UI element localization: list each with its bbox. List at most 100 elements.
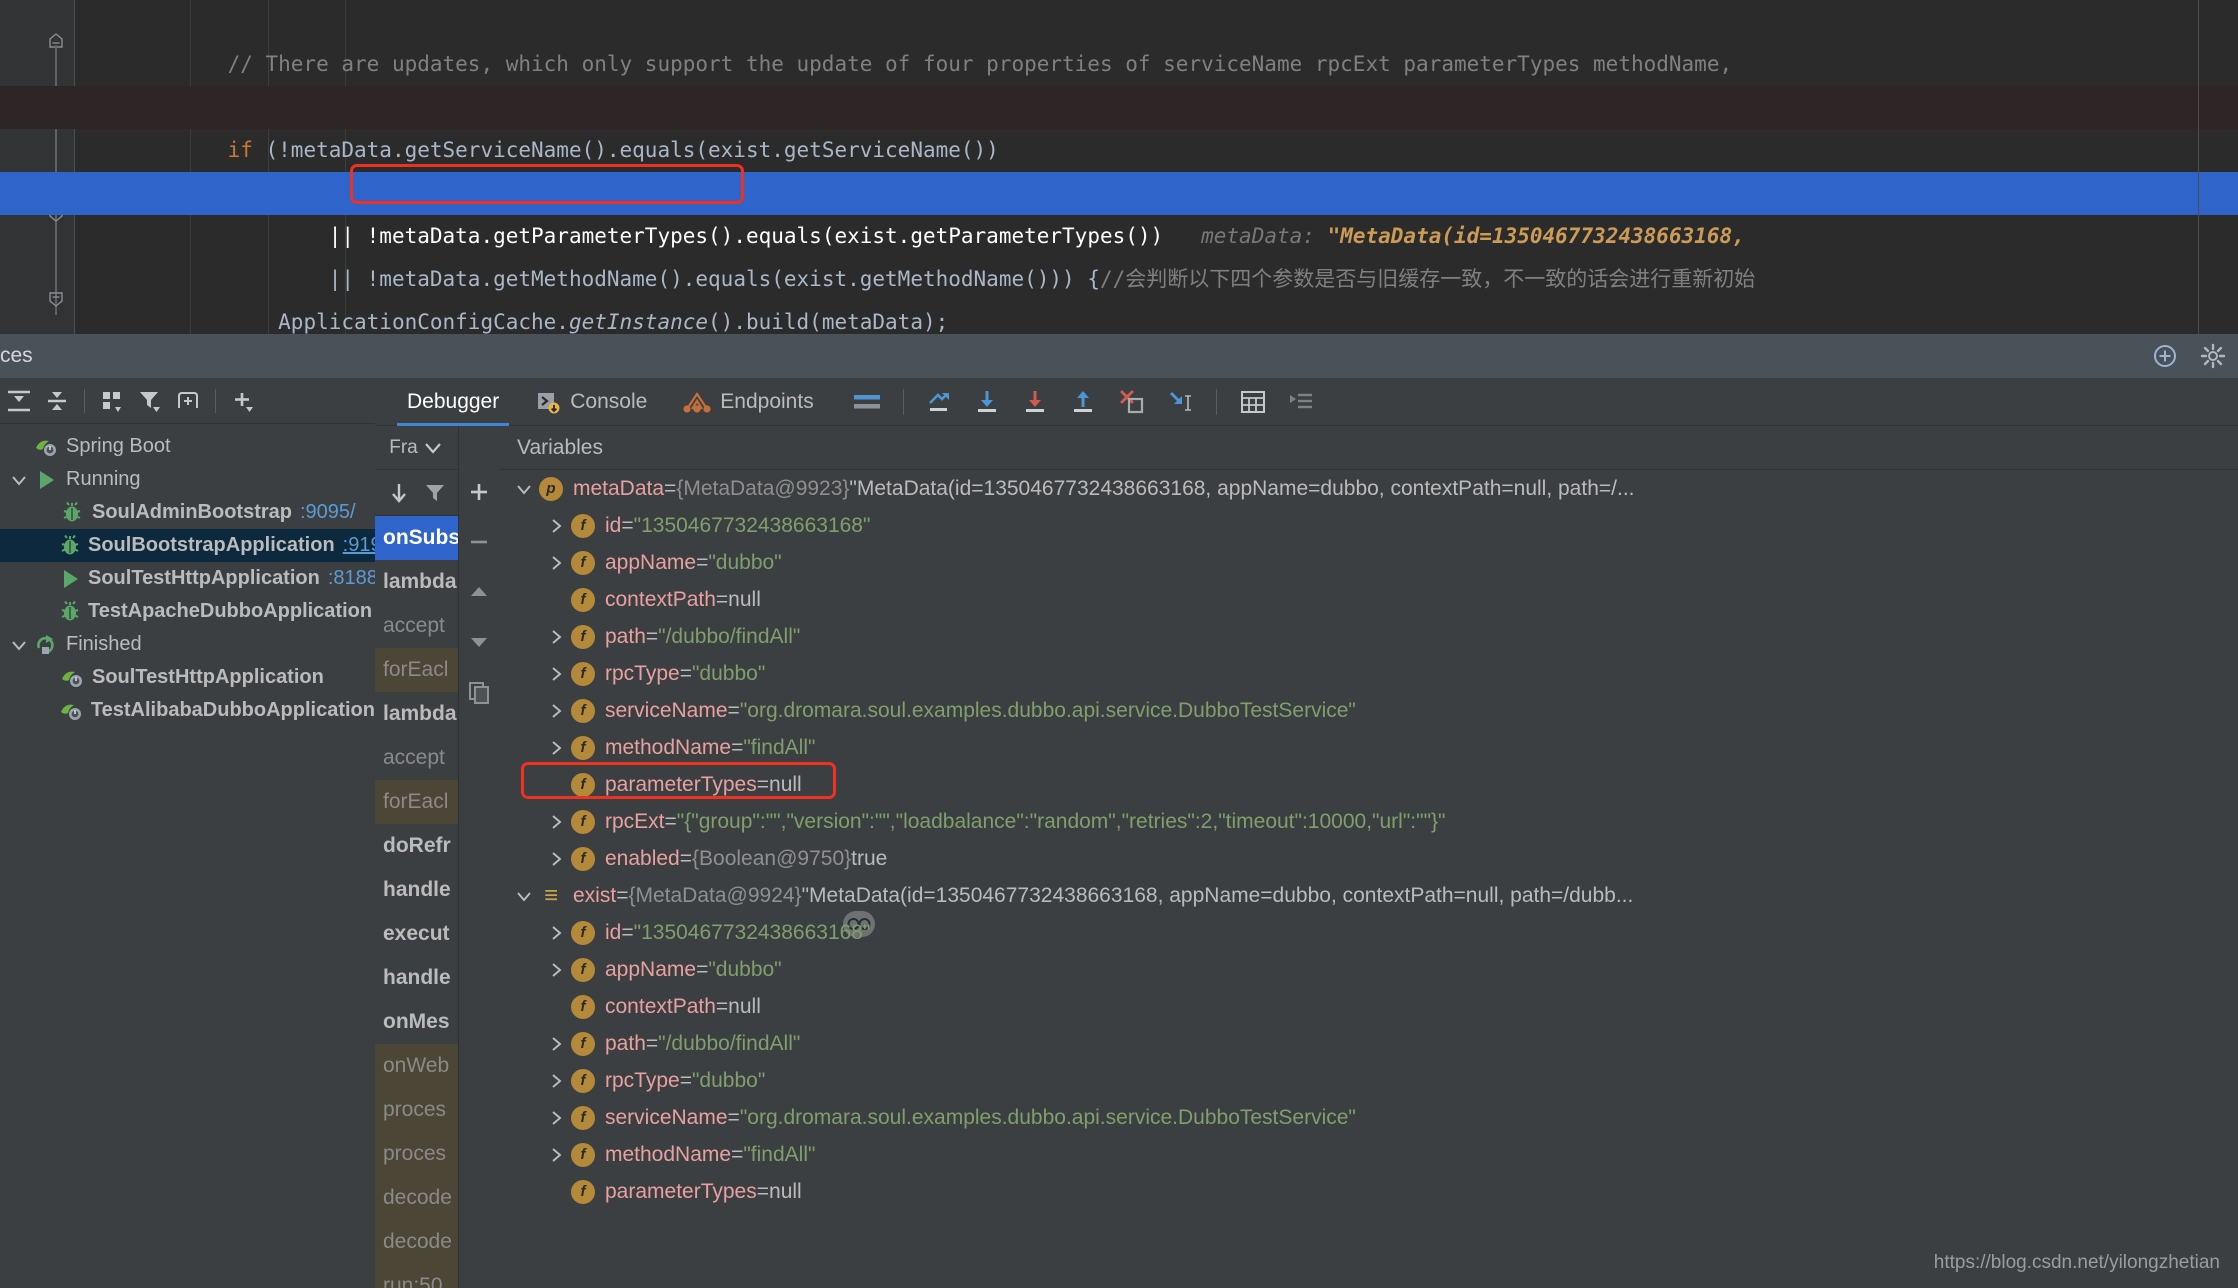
force-step-into-icon[interactable] xyxy=(1115,385,1149,419)
service-tree-item[interactable]: SoulTestHttpApplication:8188/ xyxy=(0,562,383,595)
expand-all-icon[interactable] xyxy=(0,382,38,420)
service-tree-item[interactable]: SoulBootstrapApplication:9195 xyxy=(0,529,393,562)
frame-list-item[interactable]: accept xyxy=(375,736,458,780)
service-tree-item[interactable]: SoulAdminBootstrap:9095/ xyxy=(0,496,375,529)
service-tree-item[interactable]: Running xyxy=(0,463,375,496)
variables-tree-body[interactable]: p metaData = {MetaData@9923} "MetaData(id… xyxy=(499,470,2238,1288)
chevron-right-icon[interactable] xyxy=(541,1109,571,1127)
mute-breakpoints-icon[interactable] xyxy=(1284,385,1318,419)
variables-header[interactable]: Variables xyxy=(499,426,2238,470)
frame-list-item[interactable]: onSubs xyxy=(375,516,458,560)
service-tree-item[interactable]: SoulTestHttpApplication xyxy=(0,661,375,694)
add-watch-icon[interactable] xyxy=(463,476,495,508)
chevron-right-icon[interactable] xyxy=(541,924,571,942)
settings-gear-icon[interactable] xyxy=(2200,343,2226,369)
variable-row[interactable]: f enabled = {Boolean@9750} true xyxy=(499,840,2238,877)
chevron-right-icon[interactable] xyxy=(541,1072,571,1090)
frame-list-item[interactable]: forEacl xyxy=(375,648,458,692)
service-tree-item[interactable]: Finished xyxy=(0,628,375,661)
frame-list-item[interactable]: proces xyxy=(375,1132,458,1176)
tab-endpoints[interactable]: Endpoints xyxy=(665,378,831,426)
chevron-down-icon[interactable] xyxy=(6,635,32,655)
frame-list-item[interactable]: decode xyxy=(375,1220,458,1264)
frame-list-item[interactable]: run:50 xyxy=(375,1264,458,1288)
tab-debugger[interactable]: Debugger xyxy=(389,378,517,426)
variable-row[interactable]: f methodName = "findAll" xyxy=(499,1136,2238,1173)
frame-list-item[interactable]: lambda xyxy=(375,692,458,736)
variable-row[interactable]: f rpcType = "dubbo" xyxy=(499,655,2238,692)
chevron-down-icon[interactable] xyxy=(509,480,539,498)
step-into-icon[interactable] xyxy=(1019,385,1053,419)
add-tab-icon[interactable] xyxy=(169,382,207,420)
move-down-icon[interactable] xyxy=(463,626,495,658)
show-execution-point-icon[interactable] xyxy=(923,385,957,419)
chevron-right-icon[interactable] xyxy=(541,665,571,683)
remove-watch-icon[interactable] xyxy=(463,526,495,558)
variable-row[interactable]: p metaData = {MetaData@9923} "MetaData(id… xyxy=(499,470,2238,507)
filter-icon[interactable] xyxy=(422,480,448,506)
code-editor[interactable]: // There are updates, which only support… xyxy=(0,0,2238,334)
variable-row[interactable]: f id = "1350467732438663168" xyxy=(499,914,2238,951)
add-service-icon[interactable] xyxy=(2152,343,2178,369)
evaluate-expression-icon[interactable] xyxy=(1236,385,1270,419)
step-over-icon[interactable] xyxy=(971,385,1005,419)
frames-list[interactable]: onSubs lambda accept forEacl lambda accept for… xyxy=(375,516,458,1288)
variable-row[interactable]: f parameterTypes = null xyxy=(499,1173,2238,1210)
chevron-right-icon[interactable] xyxy=(541,813,571,831)
variable-row[interactable]: f appName = "dubbo" xyxy=(499,951,2238,988)
variables-tree[interactable]: p metaData = {MetaData@9923} "MetaData(id… xyxy=(499,470,2238,1210)
chevron-right-icon[interactable] xyxy=(541,850,571,868)
frame-list-item[interactable]: onMes xyxy=(375,1000,458,1044)
group-by-icon[interactable] xyxy=(93,382,131,420)
chevron-right-icon[interactable] xyxy=(541,628,571,646)
chevron-down-icon[interactable] xyxy=(509,887,539,905)
variable-row[interactable]: f serviceName = "org.dromara.soul.example… xyxy=(499,1099,2238,1136)
copy-icon[interactable] xyxy=(463,676,495,708)
add-icon[interactable] xyxy=(224,382,262,420)
variable-row[interactable]: f methodName = "findAll" xyxy=(499,729,2238,766)
frame-list-item[interactable]: doRefr xyxy=(375,824,458,868)
step-out-icon[interactable] xyxy=(1067,385,1101,419)
chevron-right-icon[interactable] xyxy=(541,739,571,757)
service-tree-item[interactable]: Spring Boot xyxy=(0,430,375,463)
frame-list-item[interactable]: proces xyxy=(375,1088,458,1132)
chevron-right-icon[interactable] xyxy=(541,517,571,535)
service-tree-item[interactable]: TestAlibabaDubboApplication xyxy=(0,694,375,727)
variable-row[interactable]: f contextPath = null xyxy=(499,581,2238,618)
frame-list-item[interactable]: handle xyxy=(375,868,458,912)
frame-list-item[interactable]: accept xyxy=(375,604,458,648)
filter-icon[interactable] xyxy=(131,382,169,420)
service-tree-item[interactable]: TestApacheDubboApplication:8 xyxy=(0,595,397,628)
chevron-right-icon[interactable] xyxy=(541,554,571,572)
chevron-down-icon[interactable] xyxy=(422,437,444,459)
chevron-down-icon[interactable] xyxy=(6,470,32,490)
variable-row[interactable]: f path = "/dubbo/findAll" xyxy=(499,618,2238,655)
variable-row[interactable]: ≡ exist = {MetaData@9924} "MetaData(id=13… xyxy=(499,877,2238,914)
variable-row[interactable]: f path = "/dubbo/findAll" xyxy=(499,1025,2238,1062)
frame-list-item[interactable]: forEacl xyxy=(375,780,458,824)
chevron-right-icon[interactable] xyxy=(541,702,571,720)
service-port-link[interactable]: :9095/ xyxy=(300,501,356,524)
chevron-right-icon[interactable] xyxy=(541,1146,571,1164)
export-threads-icon[interactable] xyxy=(386,480,412,506)
variable-row[interactable]: f parameterTypes = null xyxy=(499,766,2238,803)
chevron-right-icon[interactable] xyxy=(541,1035,571,1053)
variable-row[interactable]: f serviceName = "org.dromara.soul.example… xyxy=(499,692,2238,729)
services-tree[interactable]: Spring Boot Running SoulAdminBootstrap:9… xyxy=(0,424,397,727)
tab-console[interactable]: Console xyxy=(517,378,665,426)
frame-list-item[interactable]: decode xyxy=(375,1176,458,1220)
variable-row[interactable]: f rpcExt = "{"group":"","version":"","loa… xyxy=(499,803,2238,840)
frame-list-item[interactable]: onWeb xyxy=(375,1044,458,1088)
variable-row[interactable]: f appName = "dubbo" xyxy=(499,544,2238,581)
layout-settings-icon[interactable] xyxy=(850,385,884,419)
collapse-all-icon[interactable] xyxy=(38,382,76,420)
frame-list-item[interactable]: handle xyxy=(375,956,458,1000)
variable-row[interactable]: f rpcType = "dubbo" xyxy=(499,1062,2238,1099)
move-up-icon[interactable] xyxy=(463,576,495,608)
frame-list-item[interactable]: execut xyxy=(375,912,458,956)
frames-header[interactable]: Fra xyxy=(375,426,458,470)
variable-row[interactable]: f id = "1350467732438663168" xyxy=(499,507,2238,544)
run-to-cursor-icon[interactable] xyxy=(1163,385,1197,419)
variable-row[interactable]: f contextPath = null xyxy=(499,988,2238,1025)
frame-list-item[interactable]: lambda xyxy=(375,560,458,604)
